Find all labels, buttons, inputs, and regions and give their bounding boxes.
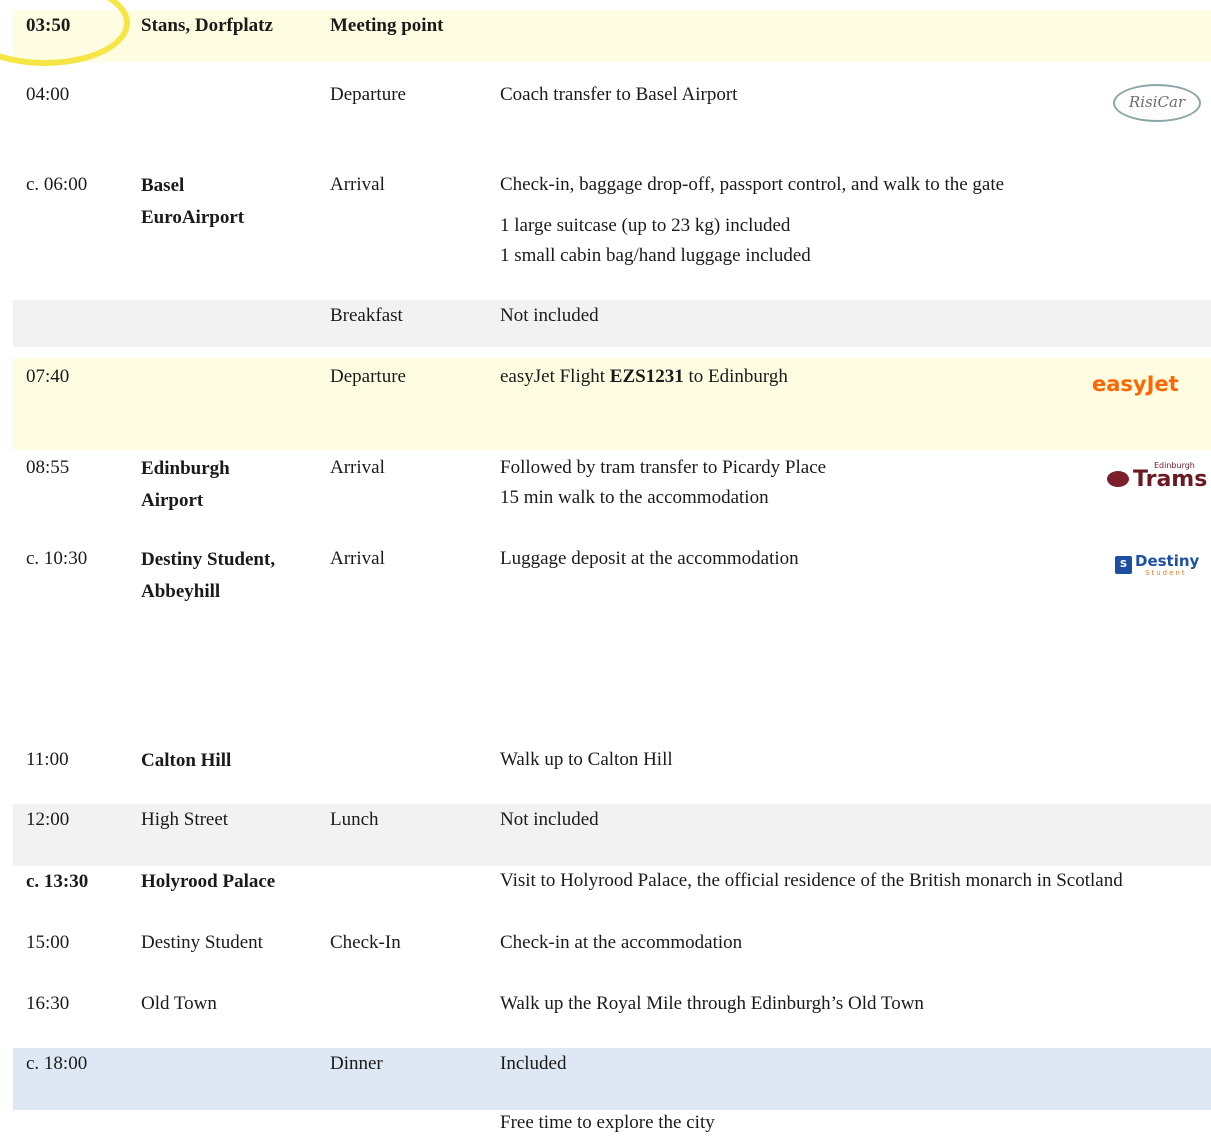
edinburgh-trams-logo: Edinburgh Trams [1107,461,1207,495]
location: Stans, Dorfplatz [141,15,273,36]
itinerary-row: 07:40 Departure easyJet Flight EZS1231 t… [13,358,1211,450]
luggage-note: 1 large suitcase (up to 23 kg) included [500,215,791,236]
time: c. 10:30 [26,548,88,569]
activity-type: Meeting point [330,15,444,36]
time: c. 18:00 [26,1053,88,1074]
location: Holyrood Palace [141,871,276,892]
time: 07:40 [26,366,70,387]
activity-type: Lunch [330,809,379,830]
location-line-1: Basel [141,175,185,196]
description: Included [500,1053,567,1074]
description: Walk up the Royal Mile through Edinburgh… [500,993,924,1014]
description: Free time to explore the city [500,1112,715,1133]
flight-number: EZS1231 [609,366,684,387]
activity-type: Breakfast [330,305,403,326]
location-line-1: Edinburgh [141,458,230,479]
time: 16:30 [26,993,70,1014]
time: 11:00 [26,749,69,770]
location: Calton Hill [141,750,232,771]
location-line-2: Abbeyhill [141,581,221,602]
activity-type: Dinner [330,1053,383,1074]
description: Followed by tram transfer to Picardy Pla… [500,457,827,478]
activity-type: Departure [330,366,406,387]
destiny-student-logo: S Destiny Student [1115,552,1205,579]
itinerary-row: 15:00 Destiny Student Check-In Check-in … [13,927,1211,983]
itinerary-row: 08:55 Edinburgh Airport Arrival Followed… [13,452,1211,522]
description: Check-in, baggage drop-off, passport con… [500,174,1005,195]
activity-type: Arrival [330,174,385,195]
itinerary-row: 16:30 Old Town Walk up the Royal Mile th… [13,988,1211,1044]
itinerary-row: 04:00 Departure Coach transfer to Basel … [13,79,1211,139]
activity-type: Check-In [330,932,401,953]
luggage-note: 1 small cabin bag/hand luggage included [500,245,811,266]
location: Destiny Student [141,932,263,953]
itinerary-row: Free time to explore the city [13,1110,1211,1136]
time: 08:55 [26,457,70,478]
description: Coach transfer to Basel Airport [500,84,738,105]
location-line-2: EuroAirport [141,207,245,228]
description: Luggage deposit at the accommodation [500,548,799,569]
itinerary-row: 11:00 Calton Hill Walk up to Calton Hill [13,744,1211,794]
time: 04:00 [26,84,70,105]
time: c. 06:00 [26,174,88,195]
itinerary-row: c. 06:00 Basel EuroAirport Arrival Check… [13,169,1211,279]
itinerary-row: c. 10:30 Destiny Student, Abbeyhill Arri… [13,543,1211,623]
location-line-2: Airport [141,490,204,511]
location-line-1: Destiny Student, [141,549,276,570]
activity-type: Arrival [330,457,385,478]
itinerary-row: 03:50 Stans, Dorfplatz Meeting point [13,10,1211,62]
activity-type: Departure [330,84,406,105]
time: 15:00 [26,932,70,953]
easyjet-logo: easyJet [1092,372,1179,396]
time: 12:00 [26,809,70,830]
destiny-badge-icon: S [1115,556,1132,574]
itinerary-row: c. 13:30 Holyrood Palace Visit to Holyro… [13,866,1211,922]
time: 03:50 [26,15,71,36]
description-line-2: 15 min walk to the accommodation [500,487,769,508]
description: easyJet Flight EZS1231 to Edinburgh [500,366,788,387]
description: Not included [500,809,599,830]
itinerary-row: 12:00 High Street Lunch Not included [13,804,1211,866]
itinerary-row: c. 18:00 Dinner Included [13,1048,1211,1110]
description: Visit to Holyrood Palace, the official r… [500,870,1123,891]
trams-swirl-icon [1107,471,1129,487]
description: Not included [500,305,599,326]
activity-type: Arrival [330,548,385,569]
location: Old Town [141,993,217,1014]
itinerary-row: Breakfast Not included [13,300,1211,347]
time: c. 13:30 [26,871,89,892]
description: Check-in at the accommodation [500,932,743,953]
description: Walk up to Calton Hill [500,749,673,770]
location: High Street [141,809,229,830]
risicar-logo: RisiCar [1113,84,1201,122]
